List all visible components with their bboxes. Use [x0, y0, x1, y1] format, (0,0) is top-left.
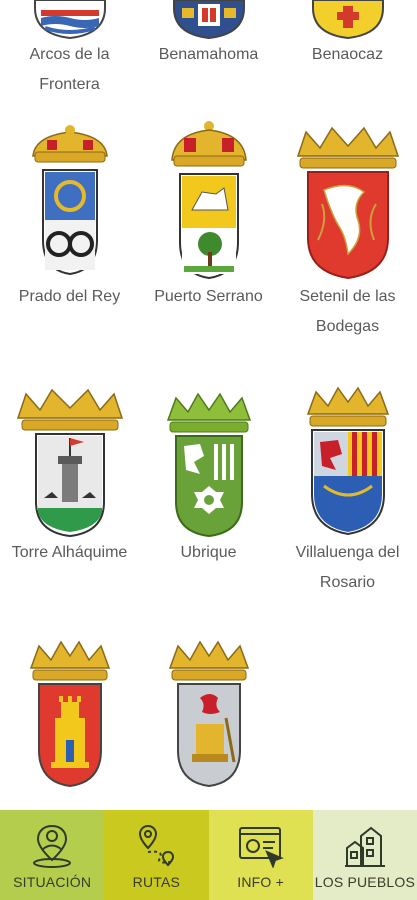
town-card-elbosque[interactable] — [139, 632, 278, 788]
torre-crest-icon — [16, 388, 123, 538]
elbosque-crest-icon — [168, 640, 249, 788]
town-name-benamahoma: Benamahoma — [139, 40, 278, 70]
browser-info-icon — [238, 827, 284, 868]
arcos-crest-icon — [33, 0, 106, 40]
town-name-ubrique: Ubrique — [139, 538, 278, 568]
town-name-line: Villaluenga del — [295, 544, 400, 561]
setenil-crest-icon — [296, 126, 399, 280]
nav-label: INFO + — [237, 874, 284, 890]
nav-tab-rutas[interactable]: RUTAS — [104, 810, 209, 900]
villaluenga-crest-icon — [306, 386, 389, 536]
nav-label: SITUACIÓN — [13, 874, 92, 890]
town-card-puerto[interactable]: Puerto Serrano — [139, 118, 278, 312]
village-houses-icon — [344, 826, 385, 867]
town-card-arcos[interactable]: Arcos de la Frontera — [0, 0, 139, 100]
nav-tab-situacion[interactable]: SITUACIÓN — [0, 810, 105, 900]
town-name-line: Arcos de la — [29, 46, 110, 63]
route-map-icon — [139, 824, 175, 867]
prado-crest-icon — [31, 125, 108, 276]
town-grid: Arcos de la Frontera Benamahoma Benaocaz — [0, 0, 417, 810]
town-card-torre[interactable]: Torre Alháquime — [0, 380, 139, 568]
town-name-line: Rosario — [319, 574, 376, 591]
town-name-arcos: Arcos de la Frontera — [0, 40, 139, 100]
town-name-line: Benamahoma — [158, 46, 259, 63]
town-name-line: Frontera — [39, 76, 100, 93]
town-name-benaocaz: Benaocaz — [278, 40, 417, 70]
nav-label: LOS PUEBLOS — [314, 874, 415, 890]
town-name-line: Setenil de las — [299, 288, 396, 305]
ubrique-crest-icon — [166, 392, 251, 538]
nav-tab-pueblos[interactable]: LOS PUEBLOS — [312, 810, 417, 900]
town-card-benaocaz[interactable]: Benaocaz — [278, 0, 417, 70]
town-card-zahara[interactable] — [0, 632, 139, 788]
puerto-crest-icon — [170, 121, 247, 280]
town-name-prado: Prado del Rey — [0, 282, 139, 312]
town-name-line: Bodegas — [315, 318, 380, 335]
town-card-prado[interactable]: Prado del Rey — [0, 122, 139, 312]
town-name-line: Torre Alháquime — [11, 544, 128, 561]
benaocaz-crest-icon — [311, 0, 384, 40]
benamahoma-crest-icon — [172, 0, 245, 40]
town-name-setenil: Setenil de las Bodegas — [278, 282, 417, 342]
town-name-puerto: Puerto Serrano — [139, 282, 278, 312]
town-name-line: Ubrique — [180, 544, 237, 561]
town-name-line: Benaocaz — [311, 46, 384, 63]
town-card-villaluenga[interactable]: Villaluenga del Rosario — [278, 378, 417, 598]
town-name-line: Puerto Serrano — [154, 288, 263, 305]
town-name-torre: Torre Alháquime — [0, 538, 139, 568]
location-person-icon — [33, 824, 72, 868]
town-name-line: Prado del Rey — [18, 288, 121, 305]
nav-tab-info[interactable]: INFO + — [208, 810, 313, 900]
town-card-benamahoma[interactable]: Benamahoma — [139, 0, 278, 70]
nav-label: RUTAS — [132, 874, 181, 890]
zahara-crest-icon — [29, 640, 110, 788]
town-card-ubrique[interactable]: Ubrique — [139, 384, 278, 568]
town-name-villaluenga: Villaluenga del Rosario — [278, 538, 417, 598]
town-card-setenil[interactable]: Setenil de las Bodegas — [278, 120, 417, 342]
bottom-navigation: SITUACIÓN RUTAS INFO + LOS PUEBLOS — [0, 810, 417, 900]
